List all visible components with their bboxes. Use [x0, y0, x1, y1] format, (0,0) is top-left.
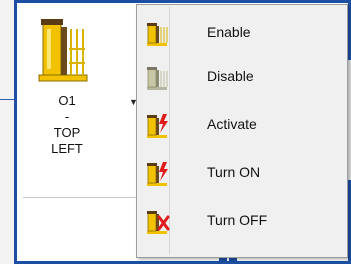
left-panel-edge: [0, 0, 15, 264]
enable-device-icon: [145, 21, 171, 52]
menu-item-disable[interactable]: Disable: [139, 57, 345, 97]
caption-line-1: O1: [58, 93, 76, 108]
menu-item-activate[interactable]: Activate: [139, 105, 345, 145]
turn-on-device-icon: [145, 161, 171, 192]
activate-device-icon: [145, 113, 171, 144]
caption-line-3: TOP: [53, 125, 81, 140]
menu-item-label: Turn OFF: [207, 212, 268, 228]
ribbon-separator: [23, 197, 141, 198]
menu-item-enable[interactable]: Enable: [139, 13, 345, 53]
menu-item-label: Enable: [207, 24, 251, 40]
output-device-icon: [35, 15, 99, 92]
menu-item-turn-on[interactable]: Turn ON: [139, 153, 345, 193]
left-panel-divider: [0, 99, 14, 100]
turn-off-device-icon: [145, 209, 171, 240]
output-o1-button[interactable]: O1 - TOP LEFT ▼: [23, 7, 138, 195]
menu-item-turn-off[interactable]: Turn OFF: [139, 201, 345, 241]
menu-item-label: Turn ON: [207, 164, 261, 180]
caption-line-2: -: [64, 109, 70, 124]
disable-device-icon: [145, 65, 171, 96]
output-o1-caption: O1 - TOP LEFT: [27, 93, 107, 157]
menu-item-label: Disable: [207, 68, 254, 84]
menu-item-label: Activate: [207, 116, 257, 132]
caption-line-4: LEFT: [51, 141, 83, 156]
context-menu: Enable Disable Activate Turn ON Turn OFF: [136, 4, 348, 258]
